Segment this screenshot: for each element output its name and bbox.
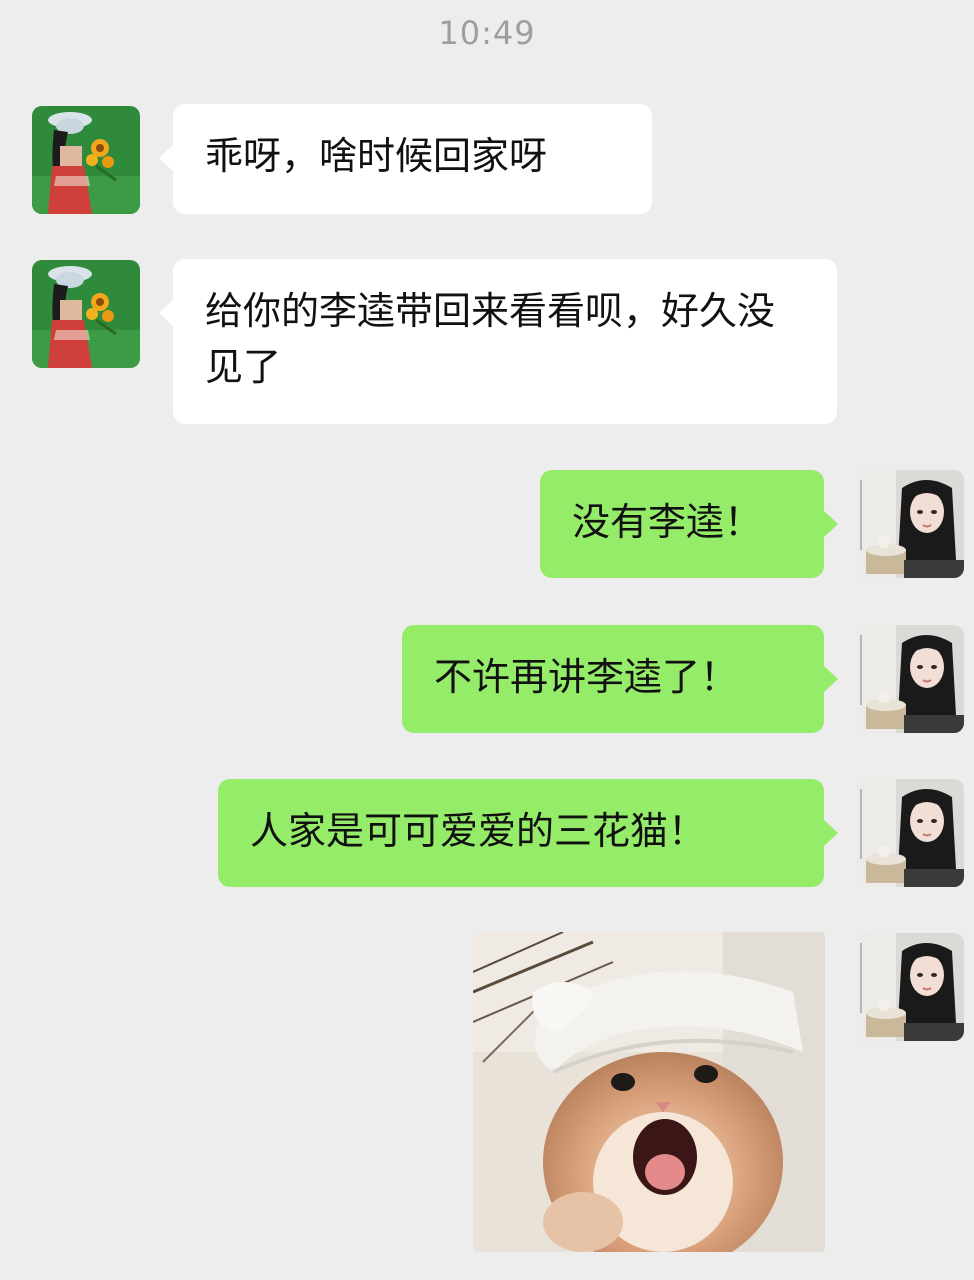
dark-hair-girl-avatar-image	[856, 779, 964, 887]
incoming-message-bubble[interactable]: 乖呀，啥时候回家呀	[159, 104, 652, 214]
my-avatar[interactable]	[856, 779, 964, 887]
message-text: 乖呀，啥时候回家呀	[205, 134, 548, 178]
incoming-message-bubble[interactable]: 给你的李逵带回来看看呗，好久没见了	[159, 259, 837, 424]
dark-hair-girl-avatar-image	[856, 470, 964, 578]
message-text: 人家是可可爱爱的三花猫！	[250, 809, 707, 853]
message-text: 给你的李逵带回来看看呗，好久没见了	[205, 289, 776, 389]
message-time: 10:49	[438, 14, 536, 52]
green-girl-sunflower-avatar-image	[32, 106, 140, 214]
green-girl-sunflower-avatar-image	[32, 260, 140, 368]
dark-hair-girl-avatar-image	[856, 933, 964, 1041]
outgoing-message-bubble[interactable]: 人家是可可爱爱的三花猫！	[218, 779, 838, 887]
my-avatar[interactable]	[856, 470, 964, 578]
message-text: 没有李逵！	[572, 500, 763, 544]
contact-avatar[interactable]	[32, 106, 140, 214]
my-avatar[interactable]	[856, 933, 964, 1041]
outgoing-message-bubble[interactable]: 不许再讲李逵了！	[402, 625, 838, 733]
image-message[interactable]	[473, 932, 825, 1252]
kitten-in-white-hat-image	[473, 932, 825, 1252]
outgoing-message-bubble[interactable]: 没有李逵！	[540, 470, 838, 578]
contact-avatar[interactable]	[32, 260, 140, 368]
dark-hair-girl-avatar-image	[856, 625, 964, 733]
message-text: 不许再讲李逵了！	[434, 655, 739, 699]
my-avatar[interactable]	[856, 625, 964, 733]
